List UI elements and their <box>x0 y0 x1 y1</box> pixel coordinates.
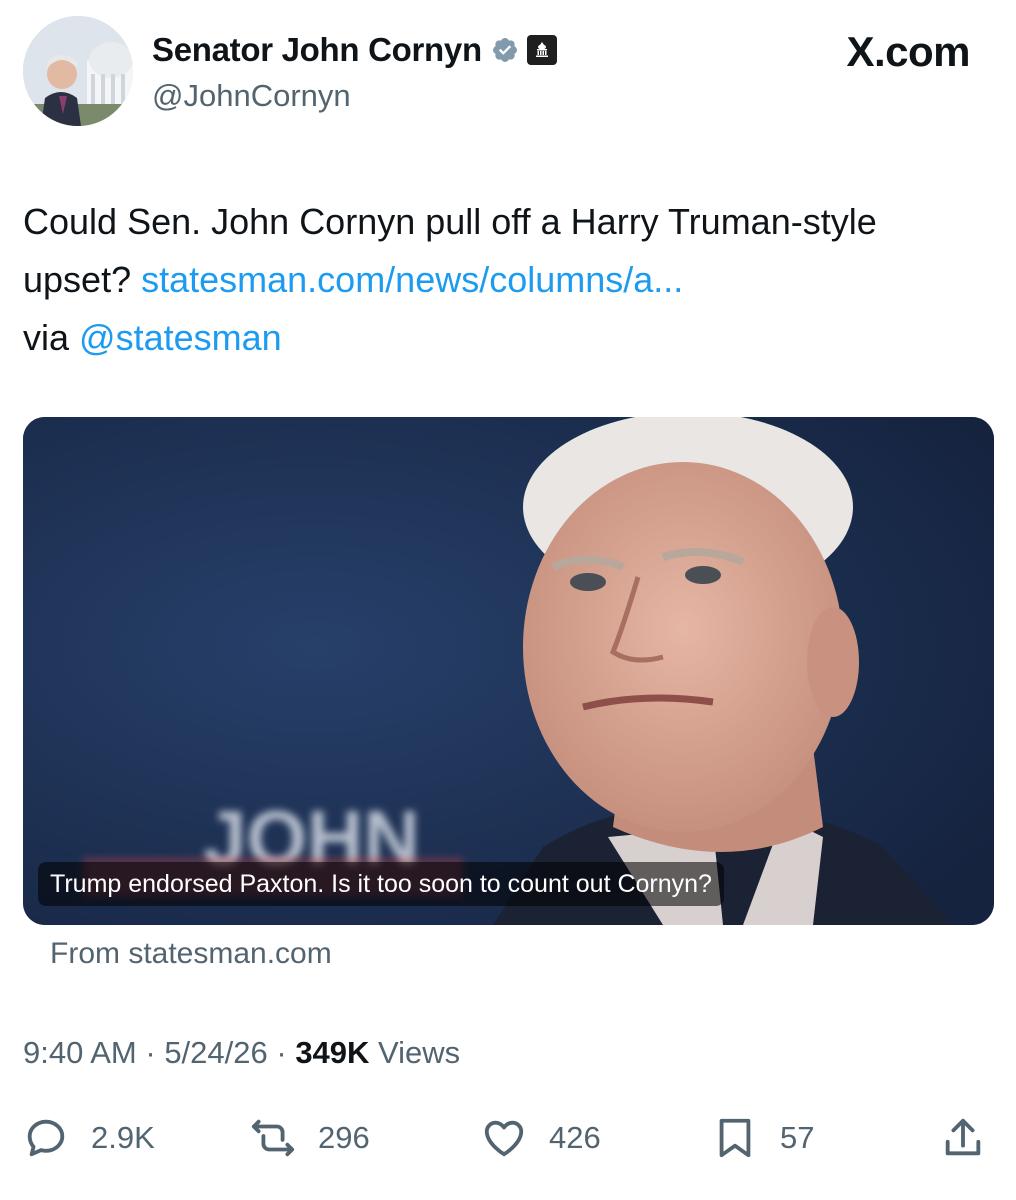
repost-button[interactable]: 296 <box>250 1108 370 1168</box>
tweet-time[interactable]: 9:40 AM <box>23 1035 137 1070</box>
government-affiliation-badge[interactable] <box>526 35 557 65</box>
bookmark-count: 57 <box>780 1120 815 1155</box>
share-icon <box>945 1118 981 1156</box>
repost-count: 296 <box>318 1120 370 1155</box>
bookmark-icon <box>719 1118 751 1158</box>
government-building-icon <box>535 42 548 57</box>
views-label: Views <box>369 1035 461 1070</box>
reply-count: 2.9K <box>91 1120 155 1155</box>
article-link[interactable]: statesman.com/news/columns/a... <box>141 259 683 300</box>
card-source[interactable]: From statesman.com <box>50 937 332 971</box>
card-caption: Trump endorsed Paxton. Is it too soon to… <box>38 862 724 906</box>
link-card[interactable]: JOHN <box>23 417 994 925</box>
tweet-meta: 9:40 AM · 5/24/26 · 349K Views <box>23 1035 460 1071</box>
tweet-date[interactable]: 5/24/26 <box>164 1035 267 1070</box>
heart-icon <box>484 1120 524 1157</box>
card-image: JOHN <box>23 417 994 925</box>
avatar-image <box>23 16 133 126</box>
meta-separator: · <box>136 1035 165 1070</box>
author-name-row: Senator John Cornyn <box>152 30 557 70</box>
author-handle[interactable]: @JohnCornyn <box>152 78 351 114</box>
like-button[interactable]: 426 <box>481 1108 601 1168</box>
reply-icon <box>27 1119 65 1157</box>
repost-icon <box>251 1119 295 1157</box>
action-bar: 2.9K 296 426 57 <box>23 1108 994 1168</box>
statesman-mention[interactable]: @statesman <box>79 317 282 358</box>
via-prefix: via <box>23 317 80 358</box>
verified-badge-icon[interactable] <box>491 36 519 64</box>
meta-separator: · <box>267 1035 296 1070</box>
share-button[interactable] <box>940 1108 986 1168</box>
views-count: 349K <box>295 1035 370 1070</box>
reply-button[interactable]: 2.9K <box>23 1108 155 1168</box>
bookmark-button[interactable]: 57 <box>712 1108 814 1168</box>
author-name[interactable]: Senator John Cornyn <box>152 31 482 69</box>
like-count: 426 <box>549 1120 601 1155</box>
tweet-text: Could Sen. John Cornyn pull off a Harry … <box>23 193 983 367</box>
brand-watermark: X.com <box>846 28 970 75</box>
author-avatar[interactable] <box>23 16 133 126</box>
